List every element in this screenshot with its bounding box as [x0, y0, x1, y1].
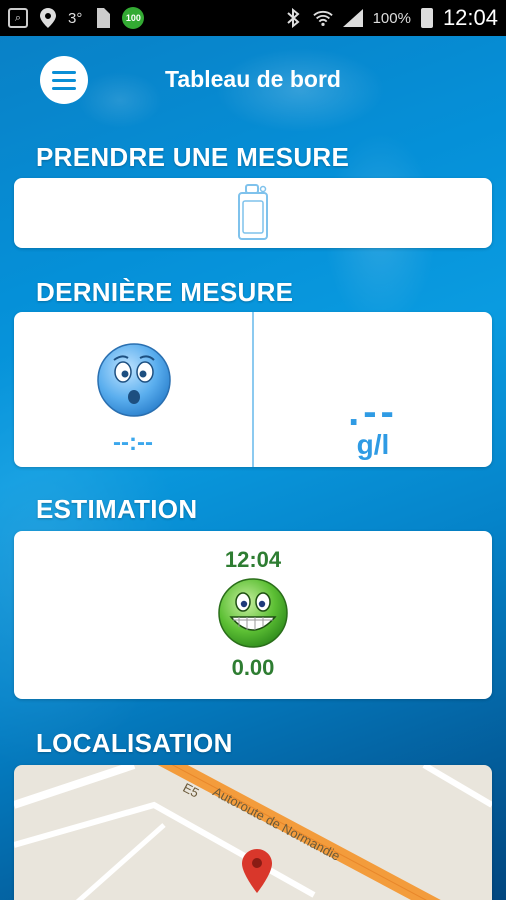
- last-measure-unit: g/l: [356, 429, 390, 460]
- bluetooth-icon: [283, 8, 303, 28]
- breathalyzer-icon: [238, 184, 268, 240]
- estimation-time: 12:04: [224, 547, 282, 572]
- battery-icon: [420, 8, 433, 28]
- take-measure-button[interactable]: [14, 178, 492, 248]
- sim-icon: [92, 8, 112, 28]
- signal-icon: [342, 8, 363, 28]
- map-pin-icon[interactable]: [242, 849, 272, 893]
- happy-face-icon: [218, 578, 288, 648]
- location-map[interactable]: E5 Autoroute de Normandie: [14, 765, 492, 900]
- last-measure-value-panel: .-- g/l: [252, 312, 492, 467]
- app-header: Tableau de bord: [0, 36, 506, 126]
- last-measure-card[interactable]: --:-- .-- g/l: [14, 312, 492, 467]
- surprised-face-icon: [97, 343, 171, 417]
- badge-icon: 100: [122, 7, 145, 29]
- section-title-location: LOCALISATION: [36, 728, 233, 758]
- app-icon: ⌕: [8, 8, 28, 28]
- section-title-take-measure: PRENDRE UNE MESURE: [36, 142, 350, 172]
- estimation-value: 0.00: [231, 655, 275, 680]
- clock: 12:04: [442, 5, 498, 30]
- section-title-last-measure: DERNIÈRE MESURE: [36, 277, 294, 307]
- location-icon: [38, 8, 58, 28]
- temperature-text: 3°: [68, 9, 83, 27]
- wifi-icon: [312, 8, 333, 28]
- battery-percent: 100%: [372, 9, 411, 27]
- last-measure-time-panel: --:--: [14, 312, 252, 467]
- section-title-estimation: ESTIMATION: [36, 494, 198, 524]
- estimation-card: 12:04 0.00: [14, 531, 492, 699]
- status-bar: ⌕ 3° 100 100% 12:04: [0, 0, 506, 36]
- last-measure-time: --:--: [113, 429, 153, 456]
- page-title: Tableau de bord: [165, 66, 341, 92]
